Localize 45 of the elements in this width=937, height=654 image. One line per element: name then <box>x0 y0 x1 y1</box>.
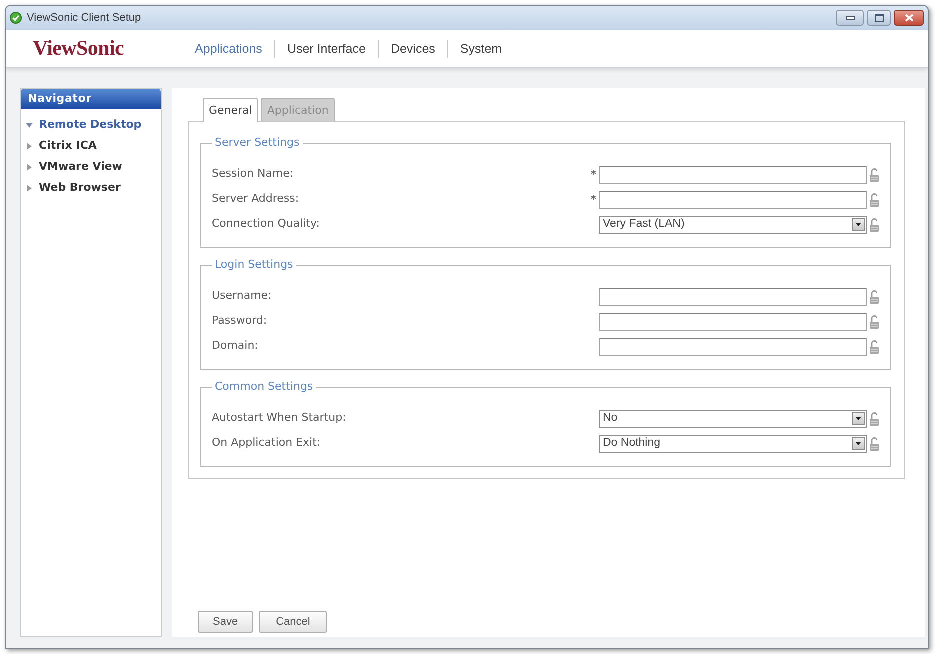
field-label: Username: <box>212 288 272 304</box>
dropdown[interactable]: Do Nothing <box>599 434 867 452</box>
field-label: Password: <box>212 313 268 330</box>
menu-tab[interactable]: System <box>448 40 514 58</box>
group-title: Login Settings <box>214 258 294 272</box>
maximize-icon <box>874 14 884 22</box>
group-title: Common Settings <box>214 380 314 394</box>
field-label: Server Address: <box>212 191 300 208</box>
brand-logo: ViewSonic <box>33 34 124 62</box>
navigator-title: Navigator <box>21 89 161 109</box>
minimize-icon <box>846 16 854 20</box>
field-label: On Application Exit: <box>212 435 321 452</box>
padlock-icon[interactable] <box>869 168 880 182</box>
text-field[interactable] <box>599 312 867 330</box>
dropdown[interactable]: No <box>599 410 867 428</box>
tab[interactable]: General <box>203 98 258 122</box>
field-label: Autostart When Startup: <box>212 410 346 426</box>
maximize-button[interactable] <box>867 10 891 26</box>
minimize-button[interactable] <box>836 10 864 26</box>
text-field[interactable] <box>599 338 867 356</box>
text-field[interactable] <box>599 190 867 208</box>
navigator-item[interactable]: Remote Desktop <box>26 115 161 136</box>
menu-tab[interactable]: Devices <box>378 40 448 58</box>
group-title: Server Settings <box>214 136 301 150</box>
dialog-button[interactable]: Cancel <box>259 611 328 633</box>
app-icon <box>10 12 22 24</box>
navigator-item[interactable]: Citrix ICA <box>26 136 161 157</box>
dialog-button[interactable]: Save <box>198 611 254 633</box>
text-field[interactable] <box>599 166 867 184</box>
close-button[interactable] <box>894 10 924 26</box>
navigator-item[interactable]: Web Browser <box>26 178 161 199</box>
menu-tab[interactable]: User Interface <box>275 40 378 58</box>
text-field[interactable] <box>599 288 867 306</box>
padlock-icon[interactable] <box>869 314 880 328</box>
navigator-item[interactable]: VMware View <box>26 157 161 178</box>
padlock-icon[interactable] <box>869 340 880 354</box>
window-title: ViewSonic Client Setup <box>27 10 142 26</box>
dropdown[interactable]: Very Fast (LAN) <box>599 216 867 234</box>
field-label: Session Name: <box>212 166 294 182</box>
close-icon <box>904 14 914 22</box>
menu-tab[interactable]: Applications <box>183 40 274 58</box>
field-label: Domain: <box>212 338 258 354</box>
padlock-icon[interactable] <box>869 290 880 304</box>
padlock-icon[interactable] <box>869 192 880 206</box>
field-label: Connection Quality: <box>212 216 320 232</box>
